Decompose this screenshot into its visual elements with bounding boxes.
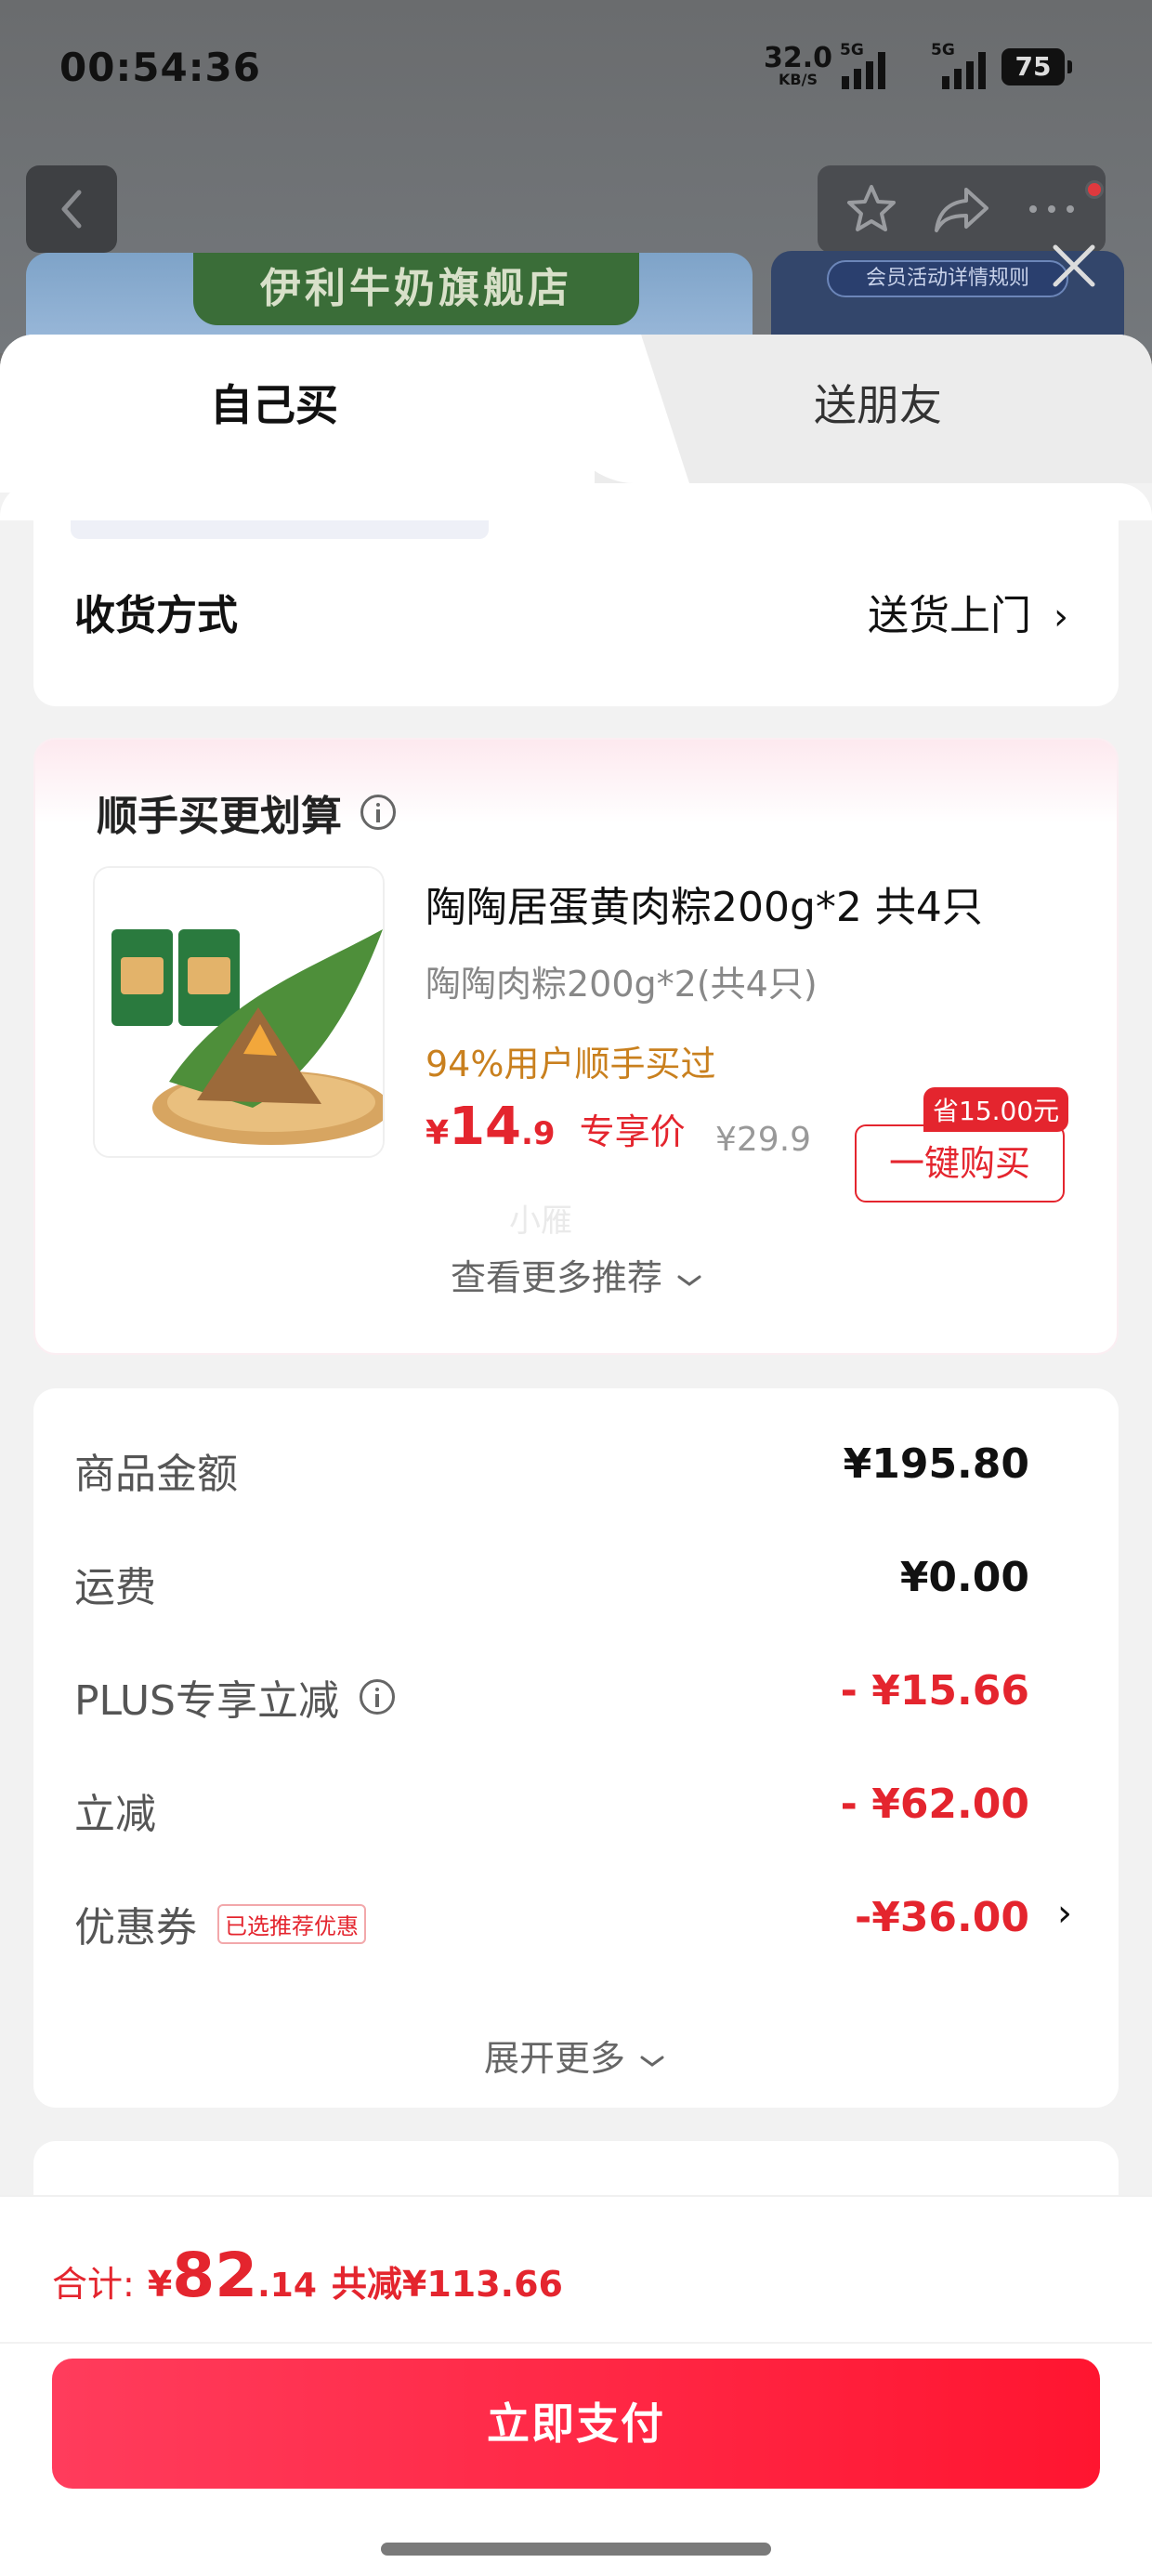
total-reduced: 共减¥113.66 <box>331 2264 563 2305</box>
address-stub <box>71 520 489 539</box>
promo-rule-link[interactable]: 会员活动详情规则 <box>827 260 1068 297</box>
status-bar: 00:54:36 32.0 KB/S 5G 5G 75 <box>0 0 1152 139</box>
chevron-down-icon <box>640 2056 664 2067</box>
plus-discount-label: PLUS专享立减 <box>74 1667 395 1727</box>
status-time: 00:54:36 <box>59 45 261 90</box>
one-click-buy-button[interactable]: 一键购买 <box>855 1124 1065 1203</box>
watermark: 小雁 <box>509 1203 572 1240</box>
price-row-value: ¥0.00 <box>899 1554 1029 1601</box>
signal-icon: 5G <box>840 41 885 89</box>
coupon-row[interactable]: 优惠券 已选推荐优惠 <box>74 1894 366 1953</box>
close-icon[interactable] <box>1046 238 1102 294</box>
more-recommendations-link[interactable]: 查看更多推荐 <box>35 1249 1120 1300</box>
pay-now-button[interactable]: 立即支付 <box>52 2359 1100 2489</box>
plus-discount-value: - ¥15.66 <box>840 1667 1029 1715</box>
store-name: 伊利牛奶旗舰店 <box>193 253 639 325</box>
network-speed: 32.0 KB/S <box>764 42 833 88</box>
coupon-value[interactable]: -¥36.00 <box>855 1894 1029 1941</box>
tab-self[interactable]: 自己买 <box>0 372 548 433</box>
product-price: ¥ 14 .9 专享价 <box>425 1097 686 1157</box>
original-price: ¥29.9 <box>715 1121 812 1159</box>
info-icon[interactable] <box>360 1679 395 1715</box>
zongzi-product-image <box>95 868 383 1156</box>
save-badge: 省15.00元 <box>923 1087 1069 1132</box>
notification-dot <box>1085 180 1104 199</box>
price-row-label: 立减 <box>74 1791 156 1838</box>
price-row-label: 运费 <box>74 1564 156 1611</box>
info-icon[interactable] <box>360 795 396 830</box>
price-row-value: ¥195.80 <box>843 1440 1029 1488</box>
checkout-footer: 合计: ¥ 82 .14 共减¥113.66 立即支付 <box>0 2195 1152 2576</box>
chevron-down-icon <box>677 1275 701 1286</box>
price-detail-card: 商品金额 ¥195.80 运费 ¥0.00 PLUS专享立减 - ¥15.66 … <box>33 1388 1119 2108</box>
expand-more-link[interactable]: 展开更多 <box>33 2030 1119 2081</box>
delivery-card[interactable]: 收货方式 送货上门 › <box>33 520 1119 706</box>
divider <box>0 2342 1152 2344</box>
chevron-right-icon: › <box>1054 596 1068 638</box>
recommend-card: 顺手买更划算 陶陶居蛋黄肉粽200g*2 共4只 陶陶肉粽200g*2(共4只)… <box>33 738 1119 1355</box>
sheet-body-top <box>0 483 1152 520</box>
purchase-hint: 94%用户顺手买过 <box>425 1044 716 1084</box>
chevron-right-icon[interactable]: › <box>1057 1892 1072 1935</box>
product-image[interactable] <box>93 866 385 1158</box>
home-indicator[interactable] <box>381 2543 771 2556</box>
product-spec: 陶陶肉粽200g*2(共4只) <box>425 964 818 1005</box>
recommend-title: 顺手买更划算 <box>97 782 396 842</box>
more-icon[interactable] <box>1024 200 1080 218</box>
delivery-value[interactable]: 送货上门 › <box>868 582 1068 641</box>
order-total: 合计: ¥ 82 .14 共减¥113.66 <box>52 2240 563 2311</box>
instant-discount-value: - ¥62.00 <box>840 1781 1029 1828</box>
tab-bar: 自己买 送朋友 <box>0 335 1152 493</box>
signal-icon: 5G <box>931 41 986 89</box>
star-icon[interactable] <box>844 181 899 237</box>
battery-icon: 75 <box>1001 48 1072 85</box>
chevron-left-icon <box>61 190 82 229</box>
back-button[interactable] <box>26 165 117 253</box>
tab-friend[interactable]: 送朋友 <box>650 372 1106 433</box>
share-icon[interactable] <box>933 184 990 234</box>
coupon-badge: 已选推荐优惠 <box>217 1903 366 1944</box>
product-name[interactable]: 陶陶居蛋黄肉粽200g*2 共4只 <box>425 874 983 933</box>
delivery-label: 收货方式 <box>74 592 238 639</box>
price-row-label: 商品金额 <box>74 1451 238 1498</box>
background-page: 00:54:36 32.0 KB/S 5G 5G 75 伊利牛奶旗舰店 会员活动… <box>0 0 1152 353</box>
